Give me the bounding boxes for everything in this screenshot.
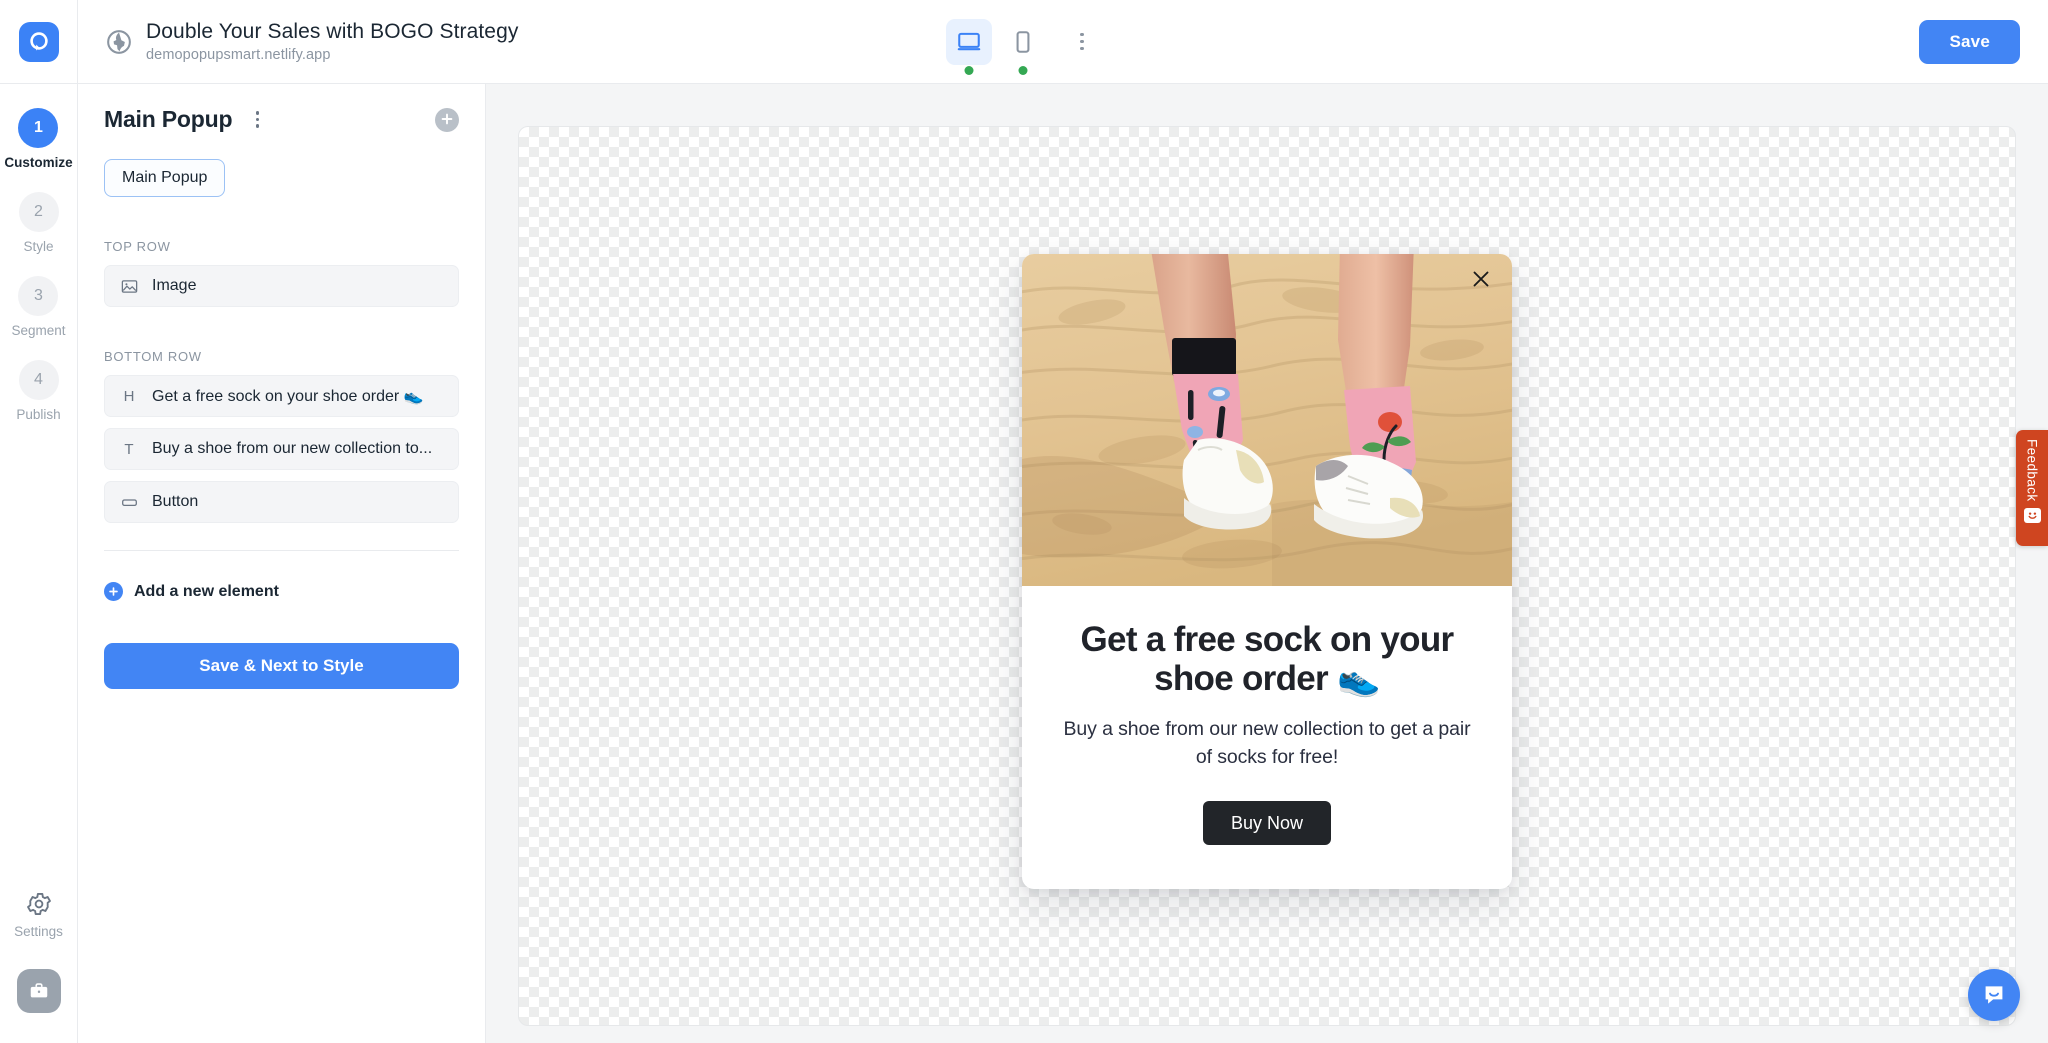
element-label: Button	[152, 493, 199, 510]
plus-circle-icon	[104, 582, 123, 601]
popup-content: Get a free sock on your shoe order 👟 Buy…	[1022, 586, 1512, 890]
popup-tab-main-popup[interactable]: Main Popup	[104, 159, 226, 197]
add-new-element-label: Add a new element	[134, 582, 279, 600]
element-label: Get a free sock on your shoe order 👟	[152, 388, 424, 405]
element-row-heading[interactable]: H Get a free sock on your shoe order 👟	[104, 375, 459, 417]
section-label-top-row: TOP ROW	[104, 239, 171, 254]
popupsmart-logo-glyph	[29, 31, 48, 50]
preview-area: Get a free sock on your shoe order 👟 Buy…	[486, 84, 2048, 1043]
element-label: Image	[152, 277, 197, 294]
element-label: Buy a shoe from our new collection to...	[152, 440, 433, 457]
campaign-url: demopopupsmart.netlify.app	[146, 47, 331, 63]
settings-button[interactable]: Settings	[14, 890, 63, 939]
popup-image-illustration	[1022, 253, 1512, 586]
close-icon[interactable]	[1470, 268, 1492, 290]
step-rail: 1 Customize 2 Style 3 Segment 4 Publish …	[0, 84, 78, 1043]
top-bar: Double Your Sales with BOGO Strategy dem…	[0, 0, 2048, 84]
popup-image[interactable]	[1022, 253, 1512, 586]
step-item-segment[interactable]: 3 Segment	[11, 276, 66, 338]
preview-canvas: Get a free sock on your shoe order 👟 Buy…	[518, 125, 2016, 1026]
desktop-icon	[957, 32, 981, 50]
image-icon-glyph	[121, 279, 137, 293]
settings-label: Settings	[14, 924, 63, 939]
feedback-label: Feedback	[2024, 439, 2040, 502]
step-number: 2	[18, 192, 59, 232]
panel-more-menu-button[interactable]	[244, 107, 270, 133]
panel-divider	[104, 550, 459, 551]
text-icon: T	[124, 440, 134, 458]
chat-launcher-button[interactable]	[1968, 969, 2020, 1021]
briefcase-icon	[30, 983, 47, 998]
section-label-bottom-row: BOTTOM ROW	[104, 349, 202, 364]
smiley-face-icon	[2023, 507, 2041, 523]
popup-preview-card: Get a free sock on your shoe order 👟 Buy…	[1022, 253, 1512, 890]
button-icon	[118, 494, 140, 511]
save-and-next-button[interactable]: Save & Next to Style	[104, 643, 459, 689]
globe-icon	[107, 29, 131, 54]
chat-bubble-icon	[1985, 986, 2003, 1004]
step-label: Customize	[4, 155, 73, 170]
plus-glyph	[109, 586, 118, 596]
add-popup-button[interactable]	[435, 107, 459, 132]
campaign-identity: Double Your Sales with BOGO Strategy dem…	[106, 20, 518, 63]
header-more-menu-button[interactable]	[1062, 22, 1102, 62]
step-item-customize[interactable]: 1 Customize	[4, 108, 73, 170]
step-label: Publish	[16, 407, 61, 422]
step-item-publish[interactable]: 4 Publish	[16, 360, 61, 422]
popup-cta-button[interactable]: Buy Now	[1202, 801, 1332, 846]
rail-bottom-group: Settings	[14, 890, 63, 1043]
element-row-text[interactable]: T Buy a shoe from our new collection to.…	[104, 428, 459, 470]
device-preview-switcher	[946, 18, 1102, 75]
smiley-glyph	[2028, 511, 2036, 519]
heading-icon: H	[123, 387, 135, 405]
step-number: 4	[18, 360, 59, 400]
plus-circle-icon	[441, 113, 453, 124]
popupsmart-logo-icon	[18, 21, 59, 62]
step-number: 1	[18, 108, 59, 148]
kebab-menu-icon	[255, 111, 260, 115]
device-toggle-desktop[interactable]	[946, 18, 992, 75]
step-label: Segment	[11, 323, 66, 338]
image-icon	[118, 278, 140, 295]
mobile-status-dot	[1018, 65, 1028, 75]
step-label: Style	[23, 239, 54, 254]
page-title: Double Your Sales with BOGO Strategy	[146, 20, 519, 43]
customize-panel: Main Popup Main Popup TOP ROW Image BOTT…	[78, 84, 486, 1043]
mobile-icon	[1016, 30, 1030, 53]
feedback-tab[interactable]: Feedback	[2016, 430, 2048, 546]
gear-icon	[26, 893, 51, 915]
element-row-image[interactable]: Image	[104, 265, 459, 307]
step-number: 3	[18, 276, 59, 316]
device-toggle-mobile[interactable]	[1000, 19, 1046, 75]
workspace-avatar-button[interactable]	[16, 969, 61, 1013]
save-button[interactable]: Save	[1919, 19, 2020, 64]
add-new-element-button[interactable]: Add a new element	[104, 582, 459, 601]
button-icon-glyph	[121, 498, 137, 506]
desktop-status-dot	[964, 65, 974, 75]
step-item-style[interactable]: 2 Style	[18, 192, 59, 254]
popup-heading: Get a free sock on your shoe order 👟	[1080, 619, 1455, 698]
element-row-button[interactable]: Button	[104, 481, 459, 523]
panel-header: Main Popup	[104, 106, 459, 133]
kebab-menu-icon	[1080, 32, 1084, 37]
popup-paragraph: Buy a shoe from our new collection to ge…	[1063, 718, 1471, 768]
panel-title: Main Popup	[104, 106, 233, 132]
app-logo[interactable]	[0, 0, 78, 84]
